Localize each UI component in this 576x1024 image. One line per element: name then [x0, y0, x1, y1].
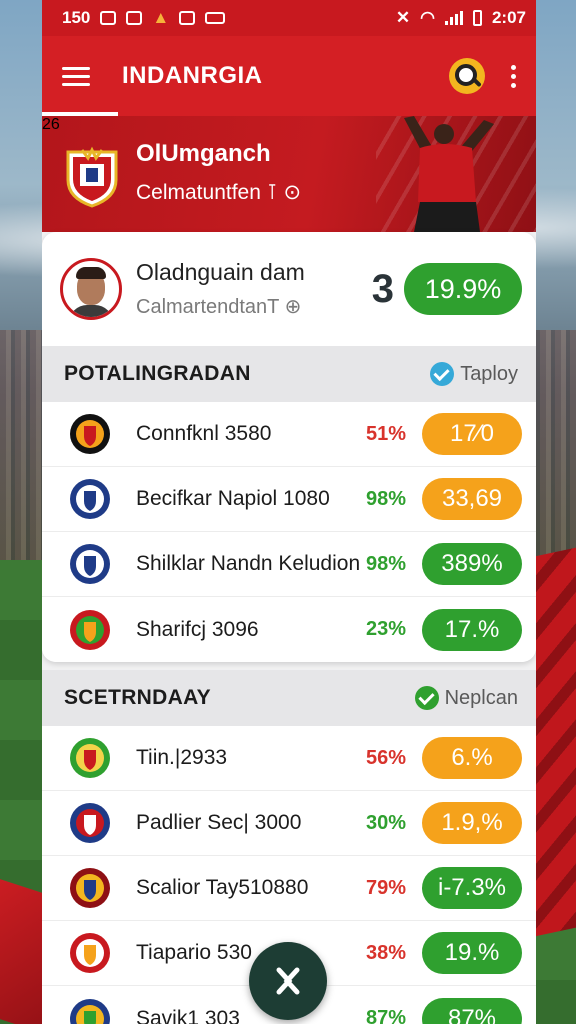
- team-name: Scalior Tay510880: [136, 876, 309, 899]
- featured-player-row[interactable]: Oladnguain dam CalmartendtanT ⊕ 3 19.9%: [42, 232, 536, 346]
- team-crest-icon: [70, 998, 110, 1024]
- hero-subtitle: Celmatuntfen ⊺ ⊙: [136, 181, 302, 204]
- check-icon: [430, 362, 455, 386]
- jersey-number: 26: [42, 116, 60, 133]
- section-header: POTALINGRADAN Taploy: [42, 346, 536, 402]
- team-percentage: 98%: [366, 552, 407, 575]
- score-badge[interactable]: 389%: [422, 543, 522, 585]
- club-crest-icon: [66, 146, 118, 208]
- team-percentage: 23%: [366, 618, 407, 640]
- list-item[interactable]: Scalior Tay510880 79% i-7.3%: [42, 856, 536, 921]
- section-action-label: Neplcan: [444, 686, 518, 709]
- hero-banner: OlUmganch Celmatuntfen ⊺ ⊙ 26: [42, 116, 536, 232]
- fab-close-button[interactable]: [249, 942, 327, 1020]
- team-crest-icon: [70, 803, 110, 843]
- list-item[interactable]: Sharifcj 3096 23% 17.%: [42, 597, 536, 662]
- status-clock: 2:07: [491, 8, 526, 27]
- profile-score-badge[interactable]: 19.9%: [404, 263, 522, 315]
- team-name: Becifkar Napiol 1080: [136, 487, 330, 510]
- team-list: Connfknl 3580 51% 17⁄0 Becifkar Napiol 1080…: [42, 402, 536, 662]
- app-bar: INDANRGIA: [42, 36, 536, 116]
- profile-name: Oladnguain dam: [136, 259, 305, 285]
- score-badge[interactable]: 6.%: [422, 737, 522, 779]
- list-item[interactable]: Tiin.|2933 56% 6.%: [42, 726, 536, 791]
- score-badge[interactable]: 17.%: [422, 608, 522, 651]
- team-crest-icon: [70, 609, 110, 650]
- battery-icon: [472, 10, 482, 26]
- team-name: Savik1 303: [136, 1006, 240, 1024]
- team-name: Connfknl 3580: [136, 422, 272, 445]
- list-item[interactable]: Padlier Sec| 3000 30% 1.9,%: [42, 791, 536, 856]
- app-title: INDANRGIA: [122, 62, 263, 89]
- team-name: Tiin.|2933: [136, 746, 228, 769]
- team-name: Sharifcj 3096: [136, 617, 259, 641]
- section-header: SCETRNDAAY Neplcan: [42, 670, 536, 726]
- team-crest-icon: [70, 479, 110, 519]
- score-badge[interactable]: i-7.3%: [422, 867, 522, 909]
- score-badge[interactable]: 1.9,%: [422, 802, 522, 844]
- player-figure-icon: [404, 116, 494, 232]
- score-badge[interactable]: 17⁄0: [422, 413, 522, 455]
- profile-rank: 3: [371, 266, 394, 311]
- section-title: SCETRNDAAY: [64, 686, 211, 709]
- score-badge[interactable]: 33,69: [422, 478, 522, 520]
- team-name: Padlier Sec| 3000: [136, 811, 302, 834]
- status-bar: 150 ▲ ✕ ◠ 2:07: [42, 0, 536, 36]
- wifi-icon: ◠: [420, 8, 435, 27]
- image-icon: [126, 11, 143, 25]
- team-percentage: 30%: [366, 811, 407, 834]
- phone-screen: 150 ▲ ✕ ◠ 2:07 INDANRGIA OlUmganch Celma…: [42, 0, 536, 1024]
- check-icon: [414, 686, 439, 710]
- close-icon: [276, 967, 300, 995]
- team-percentage: 87%: [366, 1007, 407, 1024]
- section-action-button[interactable]: Taploy: [430, 362, 518, 386]
- shield-icon: [179, 11, 196, 25]
- team-percentage: 38%: [366, 941, 407, 964]
- section-title: POTALINGRADAN: [64, 362, 251, 385]
- tools-icon: ✕: [395, 8, 411, 27]
- team-name: Shilklar Nandn Keludion: [136, 552, 361, 575]
- team-percentage: 56%: [366, 746, 407, 769]
- message-icon: [100, 11, 117, 25]
- team-percentage: 51%: [366, 422, 407, 445]
- list-item[interactable]: Becifkar Napiol 1080 98% 33,69: [42, 467, 536, 532]
- signal-icon: [444, 11, 463, 25]
- more-options-icon[interactable]: [511, 64, 516, 88]
- section-action-label: Taploy: [460, 362, 518, 385]
- team-crest-icon: [70, 738, 110, 778]
- score-badge[interactable]: 87%: [422, 997, 522, 1024]
- team-name: Tiapario 530: [136, 941, 252, 964]
- section-action-button[interactable]: Neplcan: [414, 686, 518, 710]
- team-crest-icon: [70, 414, 110, 454]
- menu-icon[interactable]: [62, 66, 90, 86]
- team-percentage: 79%: [366, 876, 407, 899]
- team-crest-icon: [70, 933, 110, 973]
- list-item[interactable]: Connfknl 3580 51% 17⁄0: [42, 402, 536, 467]
- team-crest-icon: [70, 544, 110, 584]
- profile-subtitle: CalmartendtanT ⊕: [136, 296, 302, 318]
- team-crest-icon: [70, 868, 110, 908]
- hero-club-name: OlUmganch: [136, 140, 271, 167]
- search-icon[interactable]: [449, 58, 485, 94]
- standings-card: Oladnguain dam CalmartendtanT ⊕ 3 19.9% …: [42, 232, 536, 662]
- score-badge[interactable]: 19.%: [422, 932, 522, 974]
- team-percentage: 98%: [366, 487, 407, 510]
- avatar: [60, 258, 122, 320]
- list-item[interactable]: Shilklar Nandn Keludion 98% 389%: [42, 532, 536, 597]
- status-left-time: 150: [62, 8, 91, 27]
- card-icon: [205, 12, 226, 24]
- fox-icon: ▲: [152, 8, 170, 27]
